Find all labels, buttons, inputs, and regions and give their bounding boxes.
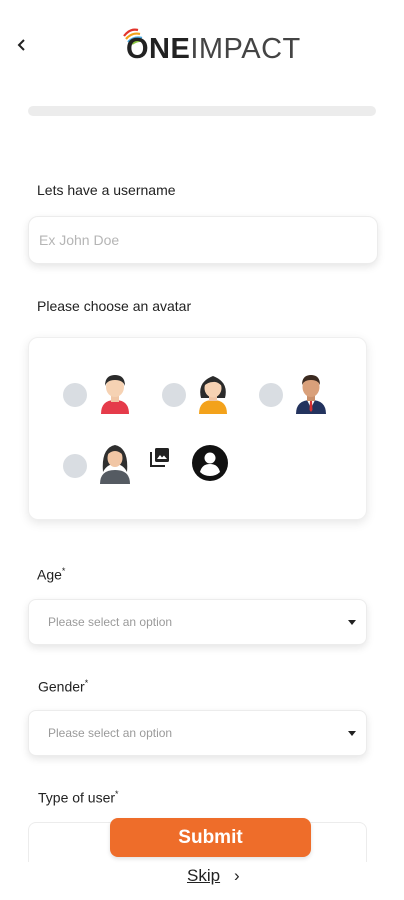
back-button[interactable] [12,34,32,56]
avatar-label: Please choose an avatar [37,298,192,314]
caret-down-icon [348,731,356,736]
photo-gallery-icon[interactable] [149,446,171,468]
age-select-placeholder: Please select an option [48,615,173,629]
gender-label: Gender* [38,678,89,695]
avatar-radio-3[interactable] [259,383,283,407]
gender-select-placeholder: Please select an option [48,726,173,740]
caret-down-icon [348,620,356,625]
account-circle-icon[interactable] [192,445,228,481]
man-avatar-icon[interactable] [97,372,133,414]
hijab-woman-avatar-icon[interactable] [97,442,133,484]
chevron-right-icon[interactable]: › [234,866,240,886]
businessman-avatar-icon[interactable] [293,372,329,414]
age-select[interactable]: Please select an option [28,599,367,645]
username-label: Lets have a username [37,182,176,198]
user-type-label: Type of user* [38,789,119,806]
avatar-radio-2[interactable] [162,383,186,407]
age-label: Age* [37,566,66,583]
avatar-picker [28,337,367,520]
woman-avatar-icon[interactable] [195,372,231,414]
app-logo: ONEIMPACT [122,26,300,66]
progress-bar [28,106,376,116]
gender-select[interactable]: Please select an option [28,710,367,756]
logo-text-impact: IMPACT [190,33,301,65]
skip-link[interactable]: Skip [187,866,220,886]
submit-button[interactable]: Submit [110,818,311,857]
logo-text-one: ONE [126,33,191,65]
avatar-radio-1[interactable] [63,383,87,407]
chevron-left-icon [17,39,25,51]
avatar-radio-4[interactable] [63,454,87,478]
username-input[interactable] [28,216,378,264]
